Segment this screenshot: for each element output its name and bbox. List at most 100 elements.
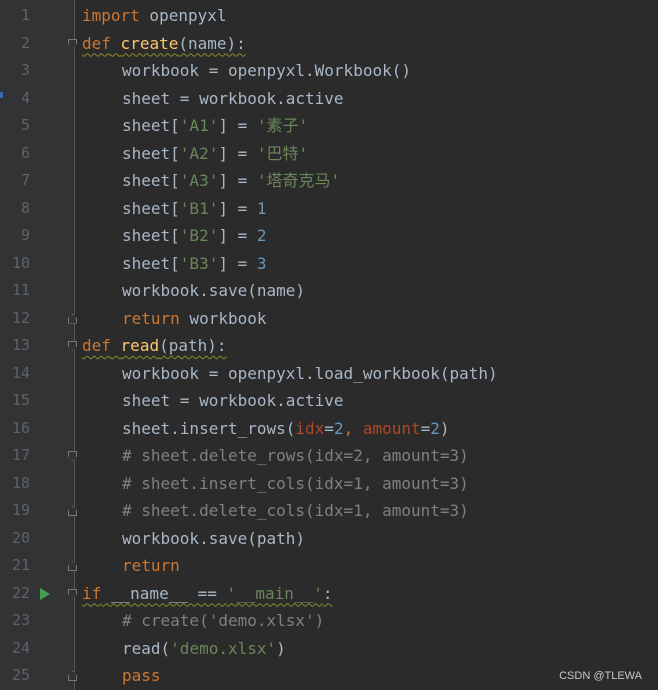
code-line[interactable]: 23 # create('demo.xlsx') <box>0 607 658 635</box>
line-number: 14 <box>11 363 30 382</box>
code-text: def read(path): <box>82 332 227 360</box>
code-token: 'A3' <box>179 171 219 190</box>
code-token: sheet[ <box>122 226 180 245</box>
code-line[interactable]: 10 sheet['B3'] = 3 <box>0 250 658 278</box>
code-text: pass <box>122 662 161 690</box>
fold-marker-icon[interactable] <box>68 313 77 324</box>
code-text: if __name__ == '__main__': <box>82 580 332 608</box>
watermark: CSDN @TLEWA <box>559 670 642 682</box>
code-token: '塔奇克马' <box>256 171 341 190</box>
code-line[interactable]: 13 def read(path): <box>0 332 658 360</box>
code-line[interactable]: 6 sheet['A2'] = '巴特' <box>0 140 658 168</box>
code-line[interactable]: 15 sheet = workbook.active <box>0 387 658 415</box>
line-number: 12 <box>11 308 30 327</box>
fold-marker-icon[interactable] <box>68 451 77 461</box>
code-line[interactable]: 16 sheet.insert_rows(idx=2, amount=2) <box>0 415 658 443</box>
code-token: def <box>82 33 111 53</box>
code-line[interactable]: 20 workbook.save(path) <box>0 525 658 553</box>
code-line[interactable]: 17 # sheet.delete_rows(idx=2, amount=3) <box>0 442 658 470</box>
code-token: # sheet.insert_cols(idx=1, amount=3) <box>122 473 469 493</box>
code-token: workbook = openpyxl.Workbook() <box>122 61 411 80</box>
fold-marker-icon[interactable] <box>68 588 77 599</box>
code-text: # sheet.delete_rows(idx=2, amount=3) <box>122 442 469 470</box>
code-token: 2 <box>256 226 267 245</box>
code-line[interactable]: 14 workbook = openpyxl.load_workbook(path… <box>0 360 658 388</box>
code-line[interactable]: 22 if __name__ == '__main__': <box>0 580 658 608</box>
fold-marker-icon[interactable] <box>68 671 77 681</box>
line-number: 20 <box>11 528 30 547</box>
code-token: 1 <box>256 198 267 218</box>
code-line[interactable]: 5 sheet['A1'] = '素子' <box>0 112 658 140</box>
code-text: sheet.insert_rows(idx=2, amount=2) <box>122 415 450 443</box>
code-line[interactable]: 3 workbook = openpyxl.Workbook() <box>0 57 658 85</box>
code-text: sheet['A1'] = '素子' <box>122 112 308 140</box>
code-line[interactable]: 24 read('demo.xlsx') <box>0 635 658 663</box>
code-line[interactable]: 8 sheet['B1'] = 1 <box>0 195 658 223</box>
code-text: return <box>122 552 180 580</box>
code-text: sheet['A2'] = '巴特' <box>122 140 308 168</box>
code-token: # sheet.delete_cols(idx=1, amount=3) <box>122 501 469 520</box>
code-token: idx <box>295 418 325 438</box>
code-token: ] = <box>218 143 257 163</box>
code-token: return <box>122 308 180 328</box>
code-token: ] = <box>218 116 257 135</box>
code-line[interactable]: 2 def create(name): <box>0 30 658 58</box>
code-token: 3 <box>256 253 267 273</box>
code-token: # create('demo.xlsx') <box>122 611 325 630</box>
line-number: 16 <box>11 418 30 437</box>
code-token: 'B1' <box>179 198 219 218</box>
code-line[interactable]: 7 sheet['A3'] = '塔奇克马' <box>0 167 658 195</box>
code-token: '素子' <box>256 116 309 135</box>
line-number: 25 <box>11 666 30 684</box>
code-token: ] = <box>218 198 257 218</box>
run-gutter-icon[interactable] <box>40 587 50 600</box>
code-token: (path): <box>159 336 227 355</box>
code-line[interactable]: 18 # sheet.insert_cols(idx=1, amount=3) <box>0 470 658 498</box>
code-text: workbook = openpyxl.Workbook() <box>122 57 411 85</box>
code-text: read('demo.xlsx') <box>122 635 286 663</box>
code-token: sheet[ <box>122 253 180 273</box>
code-text: sheet['B1'] = 1 <box>122 195 267 223</box>
code-line[interactable]: 21 return <box>0 552 658 580</box>
code-token: workbook <box>179 308 267 328</box>
code-text: # create('demo.xlsx') <box>122 607 324 635</box>
code-line[interactable]: 9 sheet['B2'] = 2 <box>0 222 658 250</box>
code-token: 'A2' <box>179 143 219 163</box>
code-token: import <box>82 6 140 25</box>
code-token: sheet[ <box>122 143 180 163</box>
code-token: sheet[ <box>122 198 180 218</box>
line-number: 9 <box>20 226 30 244</box>
fold-marker-icon[interactable] <box>68 38 77 49</box>
code-line[interactable]: 4 sheet = workbook.active <box>0 85 658 113</box>
code-token: 2 <box>430 418 440 438</box>
code-text: sheet = workbook.active <box>122 85 344 113</box>
line-number: 18 <box>11 473 30 492</box>
line-number: 3 <box>20 61 30 79</box>
code-token: create <box>120 33 179 53</box>
line-number: 22 <box>11 583 30 602</box>
code-text: sheet['B3'] = 3 <box>122 250 267 278</box>
code-line[interactable]: 12 return workbook <box>0 305 658 333</box>
code-text: # sheet.insert_cols(idx=1, amount=3) <box>122 470 469 498</box>
code-editor[interactable]: 1 import openpyxl 2 def create(name): 3 workb… <box>0 0 658 690</box>
code-token: read( <box>122 638 171 658</box>
code-token: sheet = workbook.active <box>122 391 344 410</box>
code-token: sheet.insert_rows( <box>122 418 296 438</box>
code-text: workbook.save(name) <box>122 277 305 305</box>
code-token: 2 <box>333 418 344 438</box>
fold-marker-icon[interactable] <box>68 561 77 571</box>
code-line[interactable]: 19 # sheet.delete_cols(idx=1, amount=3) <box>0 497 658 525</box>
code-line[interactable]: 1 import openpyxl <box>0 2 658 30</box>
code-token: = <box>420 418 431 438</box>
line-number: 24 <box>11 638 30 657</box>
fold-marker-icon[interactable] <box>68 506 77 516</box>
fold-marker-icon[interactable] <box>68 341 77 351</box>
code-text: def create(name): <box>82 30 246 58</box>
code-token: ) <box>439 418 450 438</box>
code-token: 'B3' <box>179 253 219 273</box>
code-line[interactable]: 11 workbook.save(name) <box>0 277 658 305</box>
line-number: 5 <box>20 116 30 134</box>
line-number: 23 <box>11 611 30 629</box>
code-text: return workbook <box>122 305 267 333</box>
